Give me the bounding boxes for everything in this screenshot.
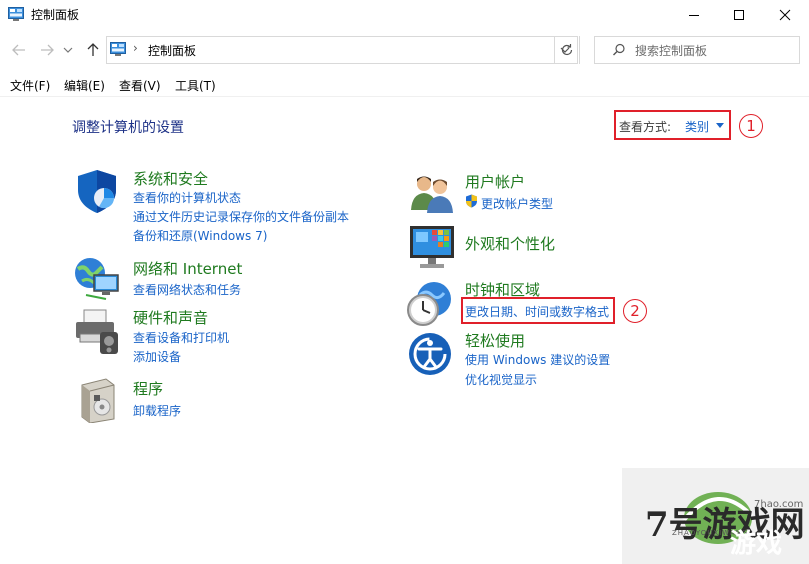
ease-of-access-icon — [409, 333, 451, 375]
link-backup-restore[interactable]: 备份和还原(Windows 7) — [133, 227, 267, 244]
arrow-left-icon — [12, 44, 25, 56]
category-title-appearance[interactable]: 外观和个性化 — [465, 233, 555, 254]
caret-down-icon[interactable] — [716, 123, 724, 128]
menu-view[interactable]: 查看(V) — [119, 77, 161, 94]
chevron-down-icon — [63, 47, 73, 53]
clock-globe-icon — [407, 282, 451, 326]
close-button[interactable] — [762, 0, 808, 30]
maximize-icon — [734, 10, 744, 20]
menu-tools[interactable]: 工具(T) — [175, 77, 216, 94]
annotation-number-1: 1 — [739, 114, 763, 138]
watermark-site: 7hao.com — [754, 499, 804, 510]
search-icon — [613, 43, 625, 56]
program-disc-icon — [81, 378, 115, 423]
link-change-date-time-format[interactable]: 更改日期、时间或数字格式 — [465, 303, 609, 320]
divider — [0, 96, 809, 97]
refresh-icon — [561, 44, 573, 56]
uac-shield-icon — [466, 194, 477, 208]
link-file-history-backup[interactable]: 通过文件历史记录保存你的文件备份副本 — [133, 208, 349, 225]
link-add-device[interactable]: 添加设备 — [133, 348, 181, 365]
control-panel-icon — [110, 42, 126, 56]
search-placeholder: 搜索控制面板 — [635, 44, 708, 58]
category-title-programs[interactable]: 程序 — [133, 378, 163, 399]
view-by-label: 查看方式: — [619, 120, 672, 134]
link-optimize-visual-display[interactable]: 优化视觉显示 — [465, 371, 537, 388]
link-change-account-type[interactable]: 更改帐户类型 — [481, 195, 553, 212]
shield-icon — [78, 170, 116, 213]
up-button[interactable] — [84, 41, 102, 59]
refresh-button[interactable] — [555, 36, 579, 64]
watermark-brand: 游戏 — [730, 529, 783, 559]
category-title-system-security[interactable]: 系统和安全 — [133, 168, 208, 189]
breadcrumb-separator[interactable]: › — [133, 41, 138, 55]
link-uninstall-program[interactable]: 卸载程序 — [133, 402, 181, 419]
users-icon — [411, 176, 453, 213]
category-title-network-internet[interactable]: 网络和 Internet — [133, 258, 242, 279]
divider — [579, 36, 580, 64]
forward-button[interactable] — [38, 41, 56, 59]
link-devices-printers[interactable]: 查看设备和打印机 — [133, 329, 229, 346]
maximize-button[interactable] — [716, 0, 762, 30]
menu-edit[interactable]: 编辑(E) — [64, 77, 105, 94]
minimize-button[interactable] — [671, 0, 717, 30]
view-by-dropdown[interactable]: 类别 — [685, 118, 709, 135]
breadcrumb-location[interactable]: 控制面板 — [148, 42, 196, 59]
menu-file[interactable]: 文件(F) — [10, 77, 50, 94]
arrow-right-icon — [41, 44, 54, 56]
recent-locations-button[interactable] — [62, 41, 74, 59]
annotation-number-2: 2 — [623, 299, 647, 323]
page-title: 调整计算机的设置 — [72, 120, 184, 136]
back-button[interactable] — [10, 41, 28, 59]
window-title: 控制面板 — [31, 8, 80, 22]
arrow-up-icon — [87, 43, 99, 56]
link-windows-recommended-settings[interactable]: 使用 Windows 建议的设置 — [465, 351, 610, 368]
network-globe-icon — [75, 258, 119, 300]
category-title-user-accounts[interactable]: 用户帐户 — [465, 171, 525, 192]
minimize-icon — [689, 15, 699, 16]
category-title-hardware-sound[interactable]: 硬件和声音 — [133, 307, 208, 328]
category-title-ease-of-access[interactable]: 轻松使用 — [465, 330, 525, 351]
link-view-computer-status[interactable]: 查看你的计算机状态 — [133, 189, 241, 206]
printer-icon — [76, 309, 118, 354]
control-panel-icon — [8, 7, 24, 21]
display-icon — [410, 226, 454, 268]
link-network-status[interactable]: 查看网络状态和任务 — [133, 281, 241, 298]
close-icon — [779, 9, 791, 21]
